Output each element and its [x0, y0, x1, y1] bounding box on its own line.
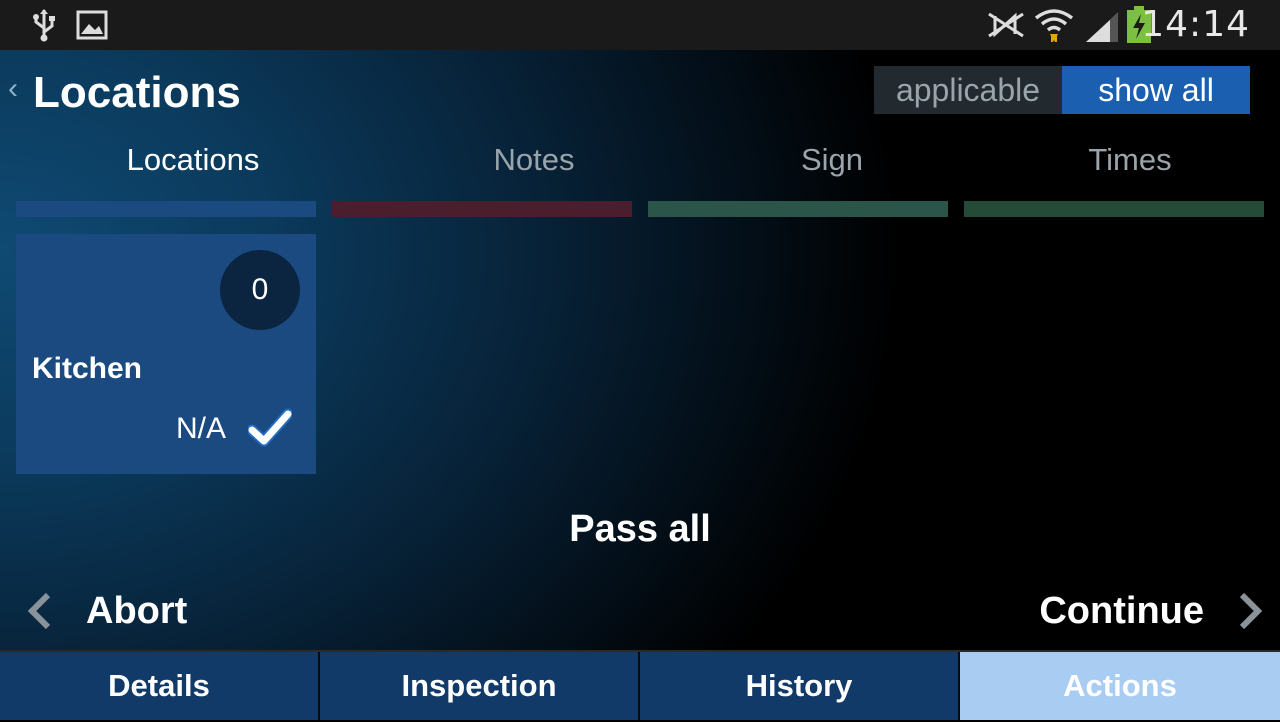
app-content: ‹ Locations applicable show all Location… — [0, 50, 1280, 720]
bottom-tab-history[interactable]: History — [640, 652, 960, 720]
bottom-tab-actions[interactable]: Actions — [960, 652, 1280, 720]
tab-indicator-locations — [16, 201, 316, 217]
checkmark-icon[interactable] — [248, 408, 292, 448]
tab-indicator-times — [964, 201, 1264, 217]
status-bar: 14:14 — [0, 0, 1280, 50]
wifi-icon — [1034, 9, 1074, 42]
bottom-tab-inspection[interactable]: Inspection — [320, 652, 640, 720]
continue-button[interactable]: Continue — [1039, 586, 1266, 636]
tab-indicator-sign — [648, 201, 948, 217]
abort-button[interactable]: Abort — [24, 586, 187, 636]
usb-icon — [33, 9, 55, 42]
bottom-tab-details[interactable]: Details — [0, 652, 320, 720]
location-name: Kitchen — [32, 352, 143, 385]
filter-applicable[interactable]: applicable — [874, 66, 1062, 114]
image-icon — [76, 10, 108, 40]
location-count-badge: 0 — [220, 250, 300, 330]
tab-notes[interactable]: Notes — [384, 142, 684, 178]
signal-icon — [1086, 12, 1118, 42]
nfc-off-icon — [988, 12, 1024, 38]
tab-locations[interactable]: Locations — [43, 142, 343, 178]
abort-label: Abort — [86, 589, 188, 632]
location-tile-kitchen[interactable]: 0 Kitchen N/A — [16, 234, 316, 474]
filter-toggle: applicable show all — [874, 66, 1250, 114]
filter-show-all[interactable]: show all — [1062, 66, 1250, 114]
page-title[interactable]: Locations — [33, 68, 241, 118]
continue-label: Continue — [1039, 589, 1204, 632]
chevron-right-icon — [1239, 592, 1263, 630]
tab-indicator-notes — [332, 201, 632, 217]
bottom-tab-bar: Details Inspection History Actions — [0, 650, 1280, 722]
location-status: N/A — [176, 412, 227, 445]
tab-sign[interactable]: Sign — [682, 142, 982, 178]
back-chevron-icon[interactable]: ‹ — [8, 72, 18, 106]
chevron-left-icon — [27, 592, 51, 630]
tab-times[interactable]: Times — [980, 142, 1280, 178]
pass-all-button[interactable]: Pass all — [0, 508, 1280, 551]
clock: 14:14 — [1141, 4, 1250, 45]
